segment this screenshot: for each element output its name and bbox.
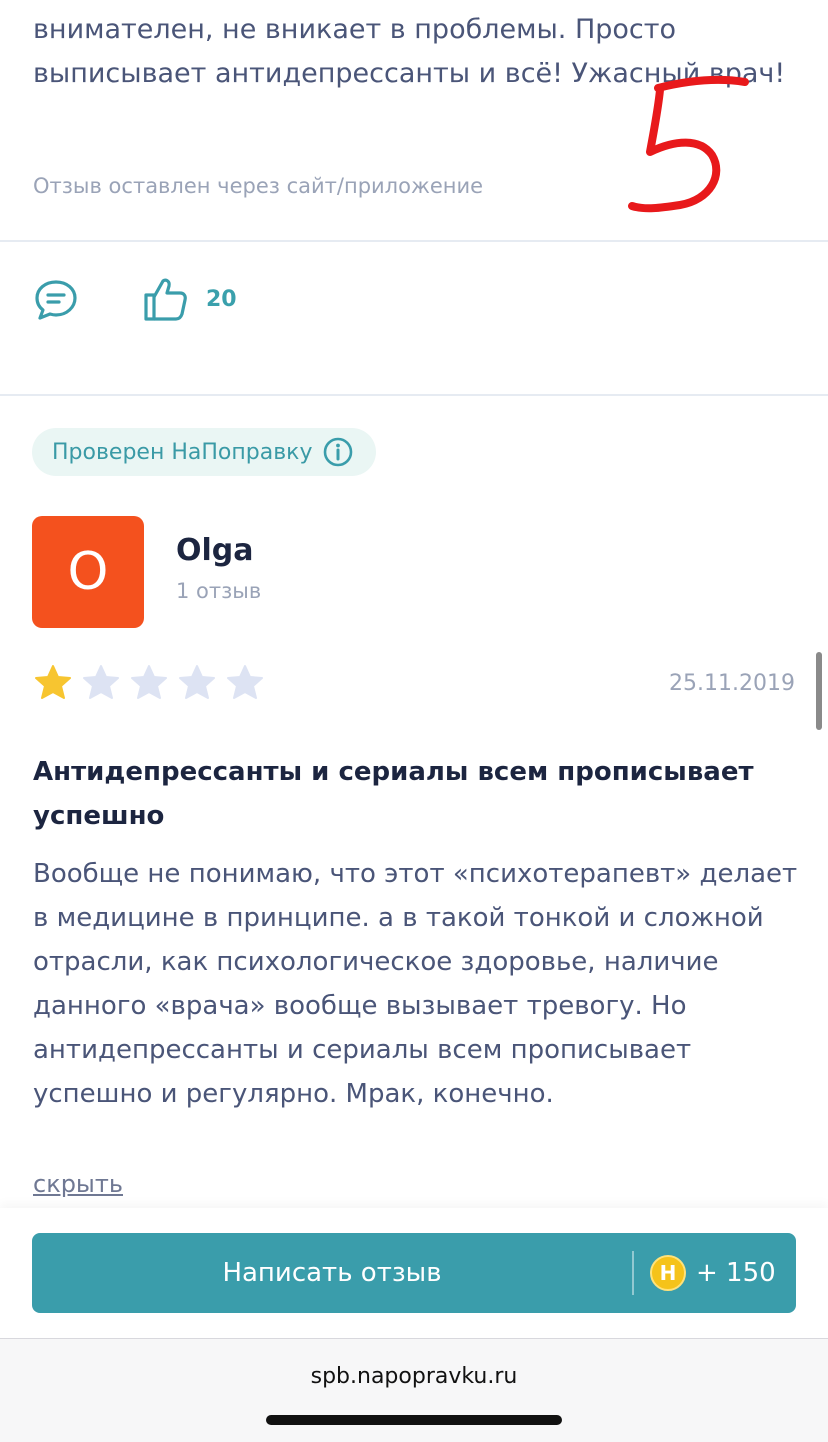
browser-address-bar: spb.napopravku.ru xyxy=(0,1338,828,1442)
like-count: 20 xyxy=(206,286,237,312)
author-name[interactable]: Olga xyxy=(176,533,254,568)
comment-button[interactable] xyxy=(32,276,80,324)
review-body: Вообще не понимаю, что этот «психотерапе… xyxy=(33,859,798,1109)
verified-label: Проверен НаПоправку xyxy=(52,439,313,465)
thumbs-up-icon xyxy=(144,278,187,321)
avatar: O xyxy=(32,516,144,628)
star-icon-empty xyxy=(179,665,215,699)
star-icon-empty xyxy=(227,665,263,699)
bonus-points: Н + 150 xyxy=(650,1233,776,1313)
scrollbar[interactable] xyxy=(816,652,822,730)
collapse-link[interactable]: скрыть xyxy=(33,1170,123,1198)
button-separator xyxy=(632,1251,634,1295)
write-review-button[interactable]: Написать отзыв Н + 150 xyxy=(32,1233,796,1313)
rating-stars xyxy=(34,664,264,702)
coin-icon: Н xyxy=(650,1255,686,1291)
info-icon xyxy=(324,437,353,467)
previous-review-card: внимателен, не вникает в проблемы. Прост… xyxy=(0,0,828,240)
url-text[interactable]: spb.napopravku.ru xyxy=(0,1364,828,1389)
review-date: 25.11.2019 xyxy=(669,671,795,696)
handwritten-five-mark xyxy=(628,76,749,213)
review-actions: 20 xyxy=(0,242,828,394)
bonus-text: + 150 xyxy=(696,1258,776,1288)
review-title: Антидепрессанты и сериалы всем прописыва… xyxy=(33,757,754,831)
divider xyxy=(0,394,828,396)
author-review-count: 1 отзыв xyxy=(176,579,262,603)
verified-badge[interactable]: Проверен НаПоправку xyxy=(32,428,377,476)
star-icon-empty xyxy=(83,665,119,699)
like-button[interactable]: 20 xyxy=(142,274,237,324)
comment-icon xyxy=(35,280,77,320)
write-review-bar: Написать отзыв Н + 150 xyxy=(0,1208,828,1338)
home-indicator[interactable] xyxy=(266,1415,562,1425)
star-icon-empty xyxy=(131,665,167,699)
review-source-note: Отзыв оставлен через сайт/приложение xyxy=(33,174,484,198)
star-icon-filled xyxy=(35,665,71,699)
write-review-label: Написать отзыв xyxy=(222,1258,442,1288)
